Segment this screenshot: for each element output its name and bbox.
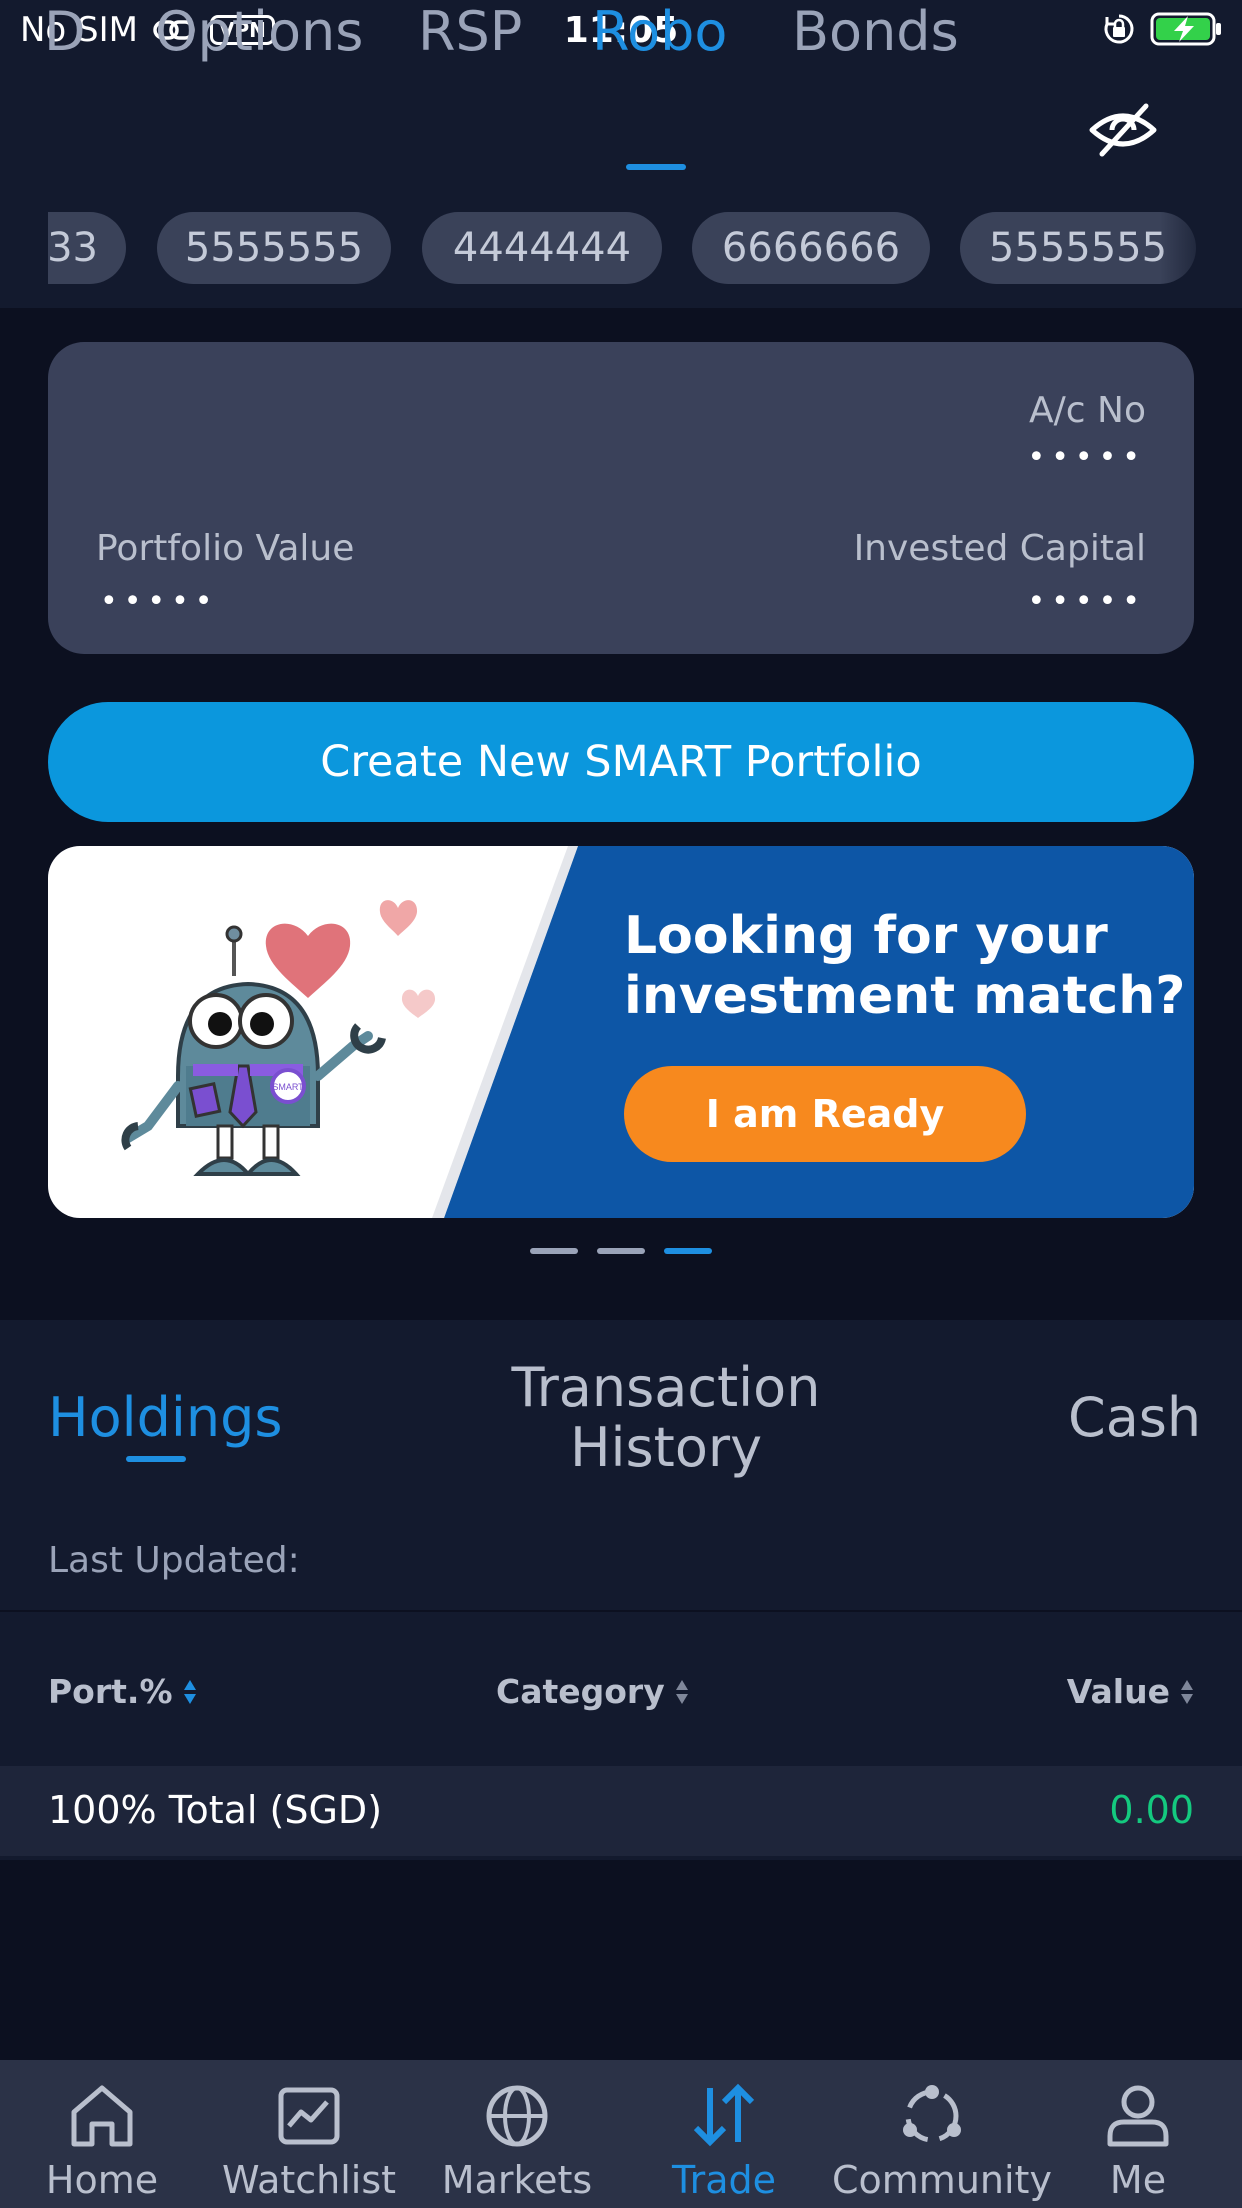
nav-markets[interactable]: Markets [417,2060,617,2208]
active-tab-indicator [626,164,686,170]
banner-line-1: Looking for your [624,906,1108,966]
sort-icon [675,1679,688,1704]
create-portfolio-button[interactable]: Create New SMART Portfolio [48,702,1194,822]
portfolio-value-label: Portfolio Value [96,528,355,569]
pager-dot-active[interactable] [664,1248,712,1254]
banner-headline: Looking for your investment match? [624,906,1185,1026]
rotation-lock-icon [1104,14,1134,44]
community-icon [903,2085,961,2143]
tab-robo[interactable]: Robo [592,0,727,63]
nav-trade-label: Trade [671,2158,777,2202]
bottom-nav: Home Watchlist Markets Trade Community M… [0,2060,1242,2208]
person-icon [1107,2085,1169,2147]
nav-markets-label: Markets [441,2158,593,2202]
transaction-tab-line-2: History [569,1416,763,1479]
nav-community[interactable]: Community [832,2060,1052,2208]
column-port-percent-label: Port.% [48,1672,173,1711]
robot-badge-text: SMART [272,1082,304,1092]
battery-charging-icon [1150,12,1221,46]
nav-trade[interactable]: Trade [624,2060,824,2208]
holdings-tab-indicator [126,1456,186,1462]
nav-me[interactable]: Me [1038,2060,1238,2208]
nav-watchlist[interactable]: Watchlist [209,2060,409,2208]
nav-home-label: Home [45,2158,159,2202]
ac-no-label: A/c No [1029,390,1146,431]
last-updated-label: Last Updated: [48,1540,300,1581]
total-row: 100% Total (SGD) 0.00 [0,1766,1242,1856]
nav-community-label: Community [832,2158,1052,2202]
column-value-label: Value [1066,1672,1170,1711]
section-divider [0,1610,1242,1612]
trade-arrows-icon [693,2083,755,2147]
hide-values-icon[interactable] [1088,100,1158,160]
pager-dot[interactable] [597,1248,645,1254]
robot-mascot-icon: SMART [121,900,436,1176]
tab-options[interactable]: Options [155,0,363,63]
transaction-tab-line-1: Transaction [511,1356,821,1419]
portfolio-value: ••••• [100,584,219,619]
account-chip[interactable]: 6666666 [692,212,930,284]
account-chip[interactable]: 4444444 [422,212,662,284]
tab-d[interactable]: D [44,0,86,63]
total-label: 100% Total (SGD) [48,1788,383,1832]
nav-home[interactable]: Home [2,2060,202,2208]
total-value: 0.00 [1109,1788,1194,1832]
home-icon [71,2085,133,2147]
chip-scroll-fade [1160,206,1242,290]
account-summary-card[interactable]: A/c No ••••• Portfolio Value ••••• Inves… [48,342,1194,654]
tab-rsp[interactable]: RSP [418,0,522,63]
column-port-percent[interactable]: Port.% [48,1672,197,1711]
column-value[interactable]: Value [1067,1672,1194,1711]
tab-cash[interactable]: Cash [1068,1388,1201,1448]
account-chip[interactable]: 5555555 [157,212,391,284]
chart-icon [278,2087,340,2145]
nav-me-label: Me [1109,2158,1167,2202]
column-category[interactable]: Category [496,1672,689,1711]
invested-capital-label: Invested Capital [853,528,1146,569]
column-category-label: Category [496,1672,665,1711]
sort-icon [183,1679,196,1704]
i-am-ready-button[interactable]: I am Ready [624,1066,1026,1162]
tab-holdings[interactable]: Holdings [48,1388,283,1448]
tab-transaction-history[interactable]: Transaction History [500,1358,832,1478]
ac-no-value: ••••• [1027,440,1146,475]
pager-dot[interactable] [530,1248,578,1254]
chip-scroll-edge [0,206,48,290]
tab-bonds[interactable]: Bonds [792,0,959,63]
globe-icon [486,2085,548,2147]
status-right [1102,10,1224,48]
sort-icon [1181,1679,1193,1704]
nav-watchlist-label: Watchlist [221,2158,397,2202]
banner-line-2: investment match? [624,966,1186,1026]
invested-capital: ••••• [1027,584,1146,619]
promo-banner[interactable]: SMART Looking for your investment match?… [48,846,1194,1218]
